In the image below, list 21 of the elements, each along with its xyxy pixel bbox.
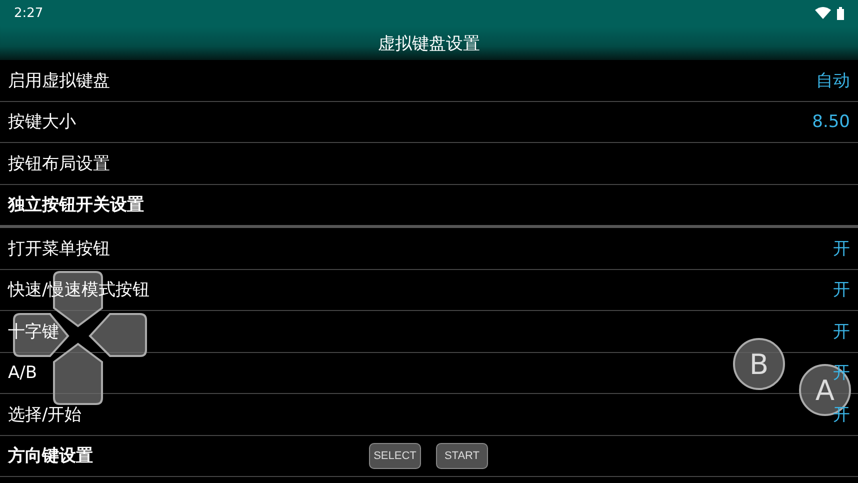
clock-time: 2:27 <box>14 6 44 20</box>
setting-value[interactable]: 自动 <box>816 68 850 92</box>
section-header: 方向键设置 <box>8 445 93 468</box>
setting-label: A/B <box>8 362 38 383</box>
gamepad-button[interactable]: B <box>733 338 785 390</box>
setting-label: 启用虚拟键盘 <box>8 70 110 92</box>
setting-value[interactable]: 开 <box>833 236 850 260</box>
setting-label: 按键大小 <box>8 111 76 134</box>
setting-label: 按钮布局设置 <box>8 152 110 175</box>
section-header: 独立按钮开关设置 <box>8 194 144 216</box>
setting-value[interactable]: 8.50 <box>812 112 850 132</box>
setting-label: 十字键 <box>8 320 59 343</box>
setting-label: 选择/开始 <box>8 404 82 426</box>
setting-value[interactable]: 开 <box>833 278 850 302</box>
setting-value[interactable]: 开 <box>833 320 850 343</box>
window-title: 虚拟键盘设置 <box>378 32 480 54</box>
setting-label: 打开菜单按钮 <box>8 238 110 260</box>
battery-icon <box>837 6 844 20</box>
gamepad-button[interactable]: SELECT <box>369 443 421 469</box>
wifi-icon <box>815 7 831 19</box>
gamepad-button[interactable]: START <box>436 443 488 469</box>
